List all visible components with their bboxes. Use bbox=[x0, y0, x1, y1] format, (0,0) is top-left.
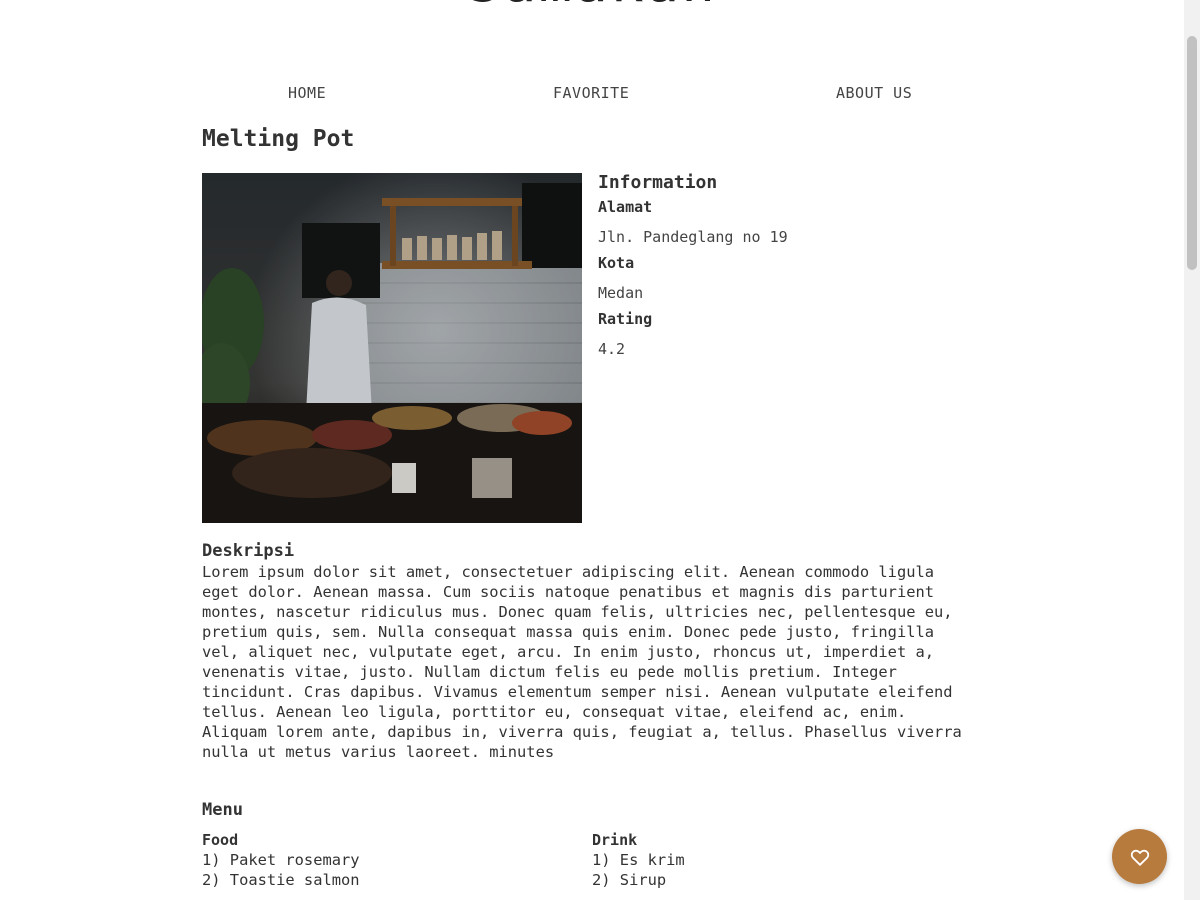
vertical-scrollbar[interactable] bbox=[1184, 0, 1200, 900]
information-panel: Information Alamat Jln. Pandeglang no 19… bbox=[598, 172, 978, 365]
drink-item: 2) Sirup bbox=[592, 871, 667, 889]
alamat-label: Alamat bbox=[598, 198, 653, 216]
information-heading: Information bbox=[598, 172, 718, 193]
alamat-value: Jln. Pandeglang no 19 bbox=[598, 228, 788, 246]
food-item: 2) Toastie salmon bbox=[202, 871, 360, 889]
menu-heading: Menu bbox=[202, 800, 243, 820]
food-heading: Food bbox=[202, 831, 239, 849]
restaurant-photo bbox=[202, 173, 582, 523]
food-column: Food 1) Paket rosemary 2) Toastie salmon bbox=[202, 830, 582, 890]
drink-column: Drink 1) Es krim 2) Sirup bbox=[592, 830, 972, 890]
page: Samakan HOME FAVORITE ABOUT US Melting P… bbox=[0, 0, 1184, 900]
kota-value: Medan bbox=[598, 284, 644, 302]
kota-label: Kota bbox=[598, 254, 635, 272]
rating-value: 4.2 bbox=[598, 340, 626, 358]
nav-home-link[interactable]: HOME bbox=[288, 84, 326, 102]
site-brand[interactable]: Samakan bbox=[0, 0, 1184, 15]
nav-about-link[interactable]: ABOUT US bbox=[836, 84, 912, 102]
description-heading: Deskripsi bbox=[202, 541, 295, 561]
favorite-button[interactable] bbox=[1112, 829, 1167, 884]
food-item: 1) Paket rosemary bbox=[202, 851, 360, 869]
nav-favorite-link[interactable]: FAVORITE bbox=[553, 84, 629, 102]
restaurant-title: Melting Pot bbox=[202, 126, 355, 152]
drink-item: 1) Es krim bbox=[592, 851, 685, 869]
main-nav: HOME FAVORITE ABOUT US bbox=[202, 84, 1002, 108]
drink-heading: Drink bbox=[592, 831, 638, 849]
menu-section: Menu Food 1) Paket rosemary 2) Toastie s… bbox=[202, 800, 962, 900]
heart-icon bbox=[1130, 849, 1149, 866]
rating-label: Rating bbox=[598, 310, 653, 328]
description-text: Lorem ipsum dolor sit amet, consectetuer… bbox=[202, 563, 962, 761]
description-section: Deskripsi Lorem ipsum dolor sit amet, co… bbox=[202, 540, 962, 762]
scrollbar-thumb[interactable] bbox=[1187, 36, 1197, 270]
